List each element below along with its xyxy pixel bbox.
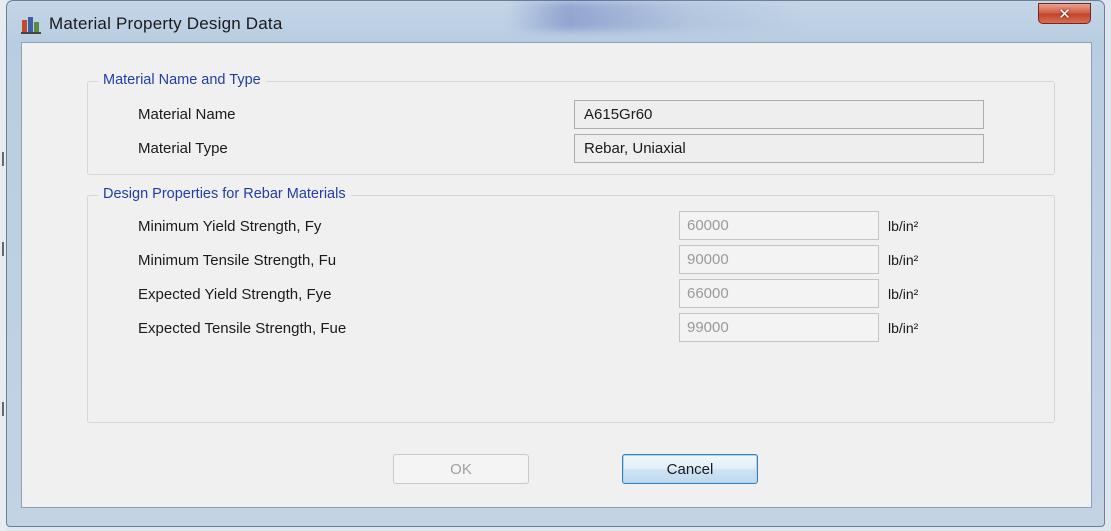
dialog-window: Material Property Design Data ✕ Material… [6, 0, 1105, 527]
expected-tensile-strength-unit: lb/in² [888, 320, 919, 336]
material-type-field[interactable]: Rebar, Uniaxial [574, 134, 984, 163]
material-name-label: Material Name [138, 106, 236, 123]
ok-button[interactable]: OK [393, 454, 529, 484]
expected-yield-strength-unit: lb/in² [888, 286, 919, 302]
title-bar[interactable]: Material Property Design Data ✕ [7, 1, 1104, 47]
background-taskbar-blur [507, 1, 807, 31]
close-button[interactable]: ✕ [1038, 3, 1091, 24]
min-tensile-strength-label: Minimum Tensile Strength, Fu [138, 252, 337, 269]
material-name-field[interactable]: A615Gr60 [574, 100, 984, 129]
dialog-client-area: Material Name and Type Material Name A61… [21, 42, 1092, 508]
min-tensile-strength-field[interactable]: 90000 [679, 245, 879, 274]
close-icon: ✕ [1058, 4, 1071, 23]
expected-tensile-strength-field[interactable]: 99000 [679, 313, 879, 342]
cancel-button[interactable]: Cancel [622, 454, 758, 484]
application-icon [21, 17, 41, 34]
expected-yield-strength-label: Expected Yield Strength, Fye [138, 286, 332, 303]
group-label-design: Design Properties for Rebar Materials [98, 186, 351, 202]
min-tensile-strength-unit: lb/in² [888, 252, 919, 268]
group-label-material: Material Name and Type [98, 72, 266, 88]
min-yield-strength-label: Minimum Yield Strength, Fy [138, 218, 322, 235]
window-title: Material Property Design Data [49, 14, 283, 33]
min-yield-strength-field[interactable]: 60000 [679, 211, 879, 240]
min-yield-strength-unit: lb/in² [888, 218, 919, 234]
expected-yield-strength-field[interactable]: 66000 [679, 279, 879, 308]
material-type-label: Material Type [138, 140, 228, 157]
expected-tensile-strength-label: Expected Tensile Strength, Fue [138, 320, 347, 337]
